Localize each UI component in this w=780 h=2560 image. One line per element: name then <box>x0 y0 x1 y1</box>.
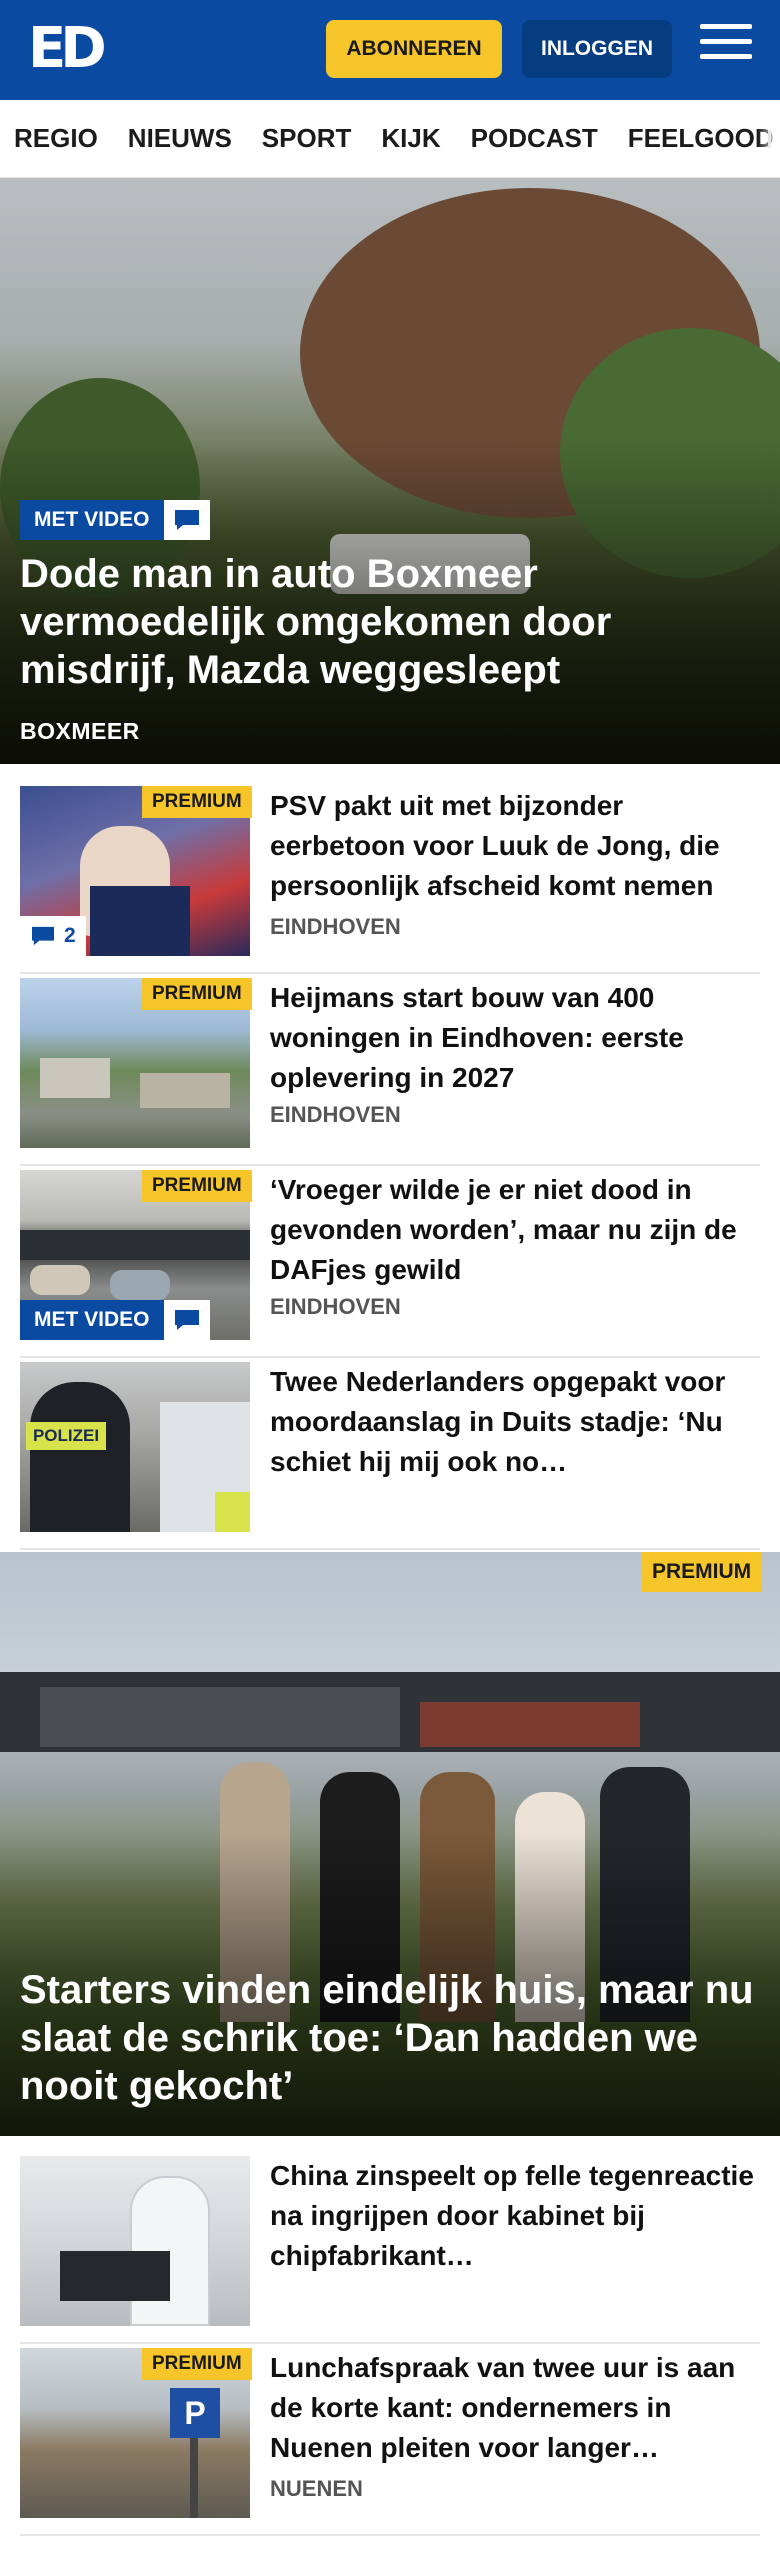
thumb-officer <box>30 1382 130 1532</box>
article-thumbnail <box>20 2156 250 2326</box>
parking-sign-icon: P <box>170 2388 220 2438</box>
video-badge: MET VIDEO <box>20 500 210 540</box>
article-title[interactable]: Heijmans start bouw van 400 woningen in … <box>270 978 760 1098</box>
comment-count-badge[interactable]: 2 <box>20 916 86 956</box>
thumb-polizei-label: POLIZEI <box>26 1422 106 1450</box>
article-place: NUENEN <box>270 2476 363 2501</box>
big-image-roof <box>40 1687 400 1747</box>
thumb-sign-pole <box>190 2438 198 2518</box>
thumb-car <box>110 1270 170 1300</box>
premium-badge: PREMIUM <box>142 2348 252 2380</box>
article-title[interactable]: PSV pakt uit met bijzonder eerbetoon voo… <box>270 786 760 906</box>
comment-icon <box>163 1300 210 1340</box>
video-badge: MET VIDEO <box>20 1300 210 1340</box>
article-title[interactable]: China zinspeelt op felle tegenreactie na… <box>270 2156 760 2276</box>
article-title[interactable]: ‘Vroeger wilde je er niet dood in gevond… <box>270 1170 760 1290</box>
menu-bar <box>700 24 752 29</box>
menu-bar <box>700 54 752 59</box>
article-item[interactable]: PREMIUM MET VIDEO ‘Vroeger wilde je er n… <box>20 1170 760 1358</box>
site-logo[interactable]: ED <box>28 20 116 78</box>
hamburger-menu-icon[interactable] <box>700 24 752 74</box>
logo-text: ED <box>28 16 107 81</box>
premium-badge: PREMIUM <box>142 1170 252 1202</box>
thumb-car <box>30 1265 90 1295</box>
hero-title[interactable]: Dode man in auto Boxmeer vermoedelijk om… <box>20 550 760 694</box>
thumb-building <box>40 1058 110 1098</box>
section-nav: REGIO NIEUWS SPORT KIJK PODCAST FEELGOOD <box>0 100 780 178</box>
comment-count: 2 <box>64 924 76 947</box>
video-badge-label: MET VIDEO <box>20 500 164 540</box>
nav-item-nieuws[interactable]: NIEUWS <box>128 123 232 154</box>
article-item[interactable]: China zinspeelt op felle tegenreactie na… <box>20 2156 760 2344</box>
article-place: EINDHOVEN <box>270 1102 401 1127</box>
article-item[interactable]: PREMIUM Heijmans start bouw van 400 woni… <box>20 978 760 1166</box>
article-place: EINDHOVEN <box>270 1294 401 1319</box>
article-item[interactable]: POLIZEI Twee Nederlanders opgepakt voor … <box>20 1362 760 1550</box>
article-thumbnail: POLIZEI <box>20 1362 250 1532</box>
nav-item-sport[interactable]: SPORT <box>262 123 352 154</box>
hero-place: BOXMEER <box>20 718 140 744</box>
login-button[interactable]: INLOGGEN <box>522 20 672 78</box>
nav-item-kijk[interactable]: KIJK <box>381 123 440 154</box>
article-item[interactable]: PREMIUM 2 PSV pakt uit met bijzonder eer… <box>20 786 760 974</box>
article-title[interactable]: Twee Nederlanders opgepakt voor moordaan… <box>270 1362 760 1482</box>
thumb-jersey <box>90 886 190 956</box>
comment-icon <box>163 500 210 540</box>
article-title[interactable]: Lunchafspraak van twee uur is aan de kor… <box>270 2348 760 2468</box>
video-badge-label: MET VIDEO <box>20 1300 164 1340</box>
nav-item-podcast[interactable]: PODCAST <box>471 123 598 154</box>
article-item[interactable]: P PREMIUM Lunchafspraak van twee uur is … <box>20 2348 760 2536</box>
big-image-roof <box>420 1702 640 1747</box>
nav-item-regio[interactable]: REGIO <box>14 123 98 154</box>
premium-badge: PREMIUM <box>642 1552 762 1592</box>
thumb-hall <box>20 1230 250 1260</box>
thumb-stripe <box>215 1492 250 1532</box>
top-bar: ED ABONNEREN INLOGGEN <box>0 0 780 100</box>
premium-badge: PREMIUM <box>142 978 252 1010</box>
menu-bar <box>700 39 752 44</box>
thumb-building <box>140 1073 230 1108</box>
thumb-chip-device <box>60 2251 170 2301</box>
comment-icon <box>32 926 54 946</box>
premium-badge: PREMIUM <box>142 786 252 818</box>
nav-item-feelgood[interactable]: FEELGOOD <box>628 123 774 154</box>
nav-fade <box>758 100 780 177</box>
subscribe-button[interactable]: ABONNEREN <box>326 20 502 78</box>
article-place: EINDHOVEN <box>270 914 401 939</box>
featured-title[interactable]: Starters vinden eindelijk huis, maar nu … <box>20 1966 760 2110</box>
